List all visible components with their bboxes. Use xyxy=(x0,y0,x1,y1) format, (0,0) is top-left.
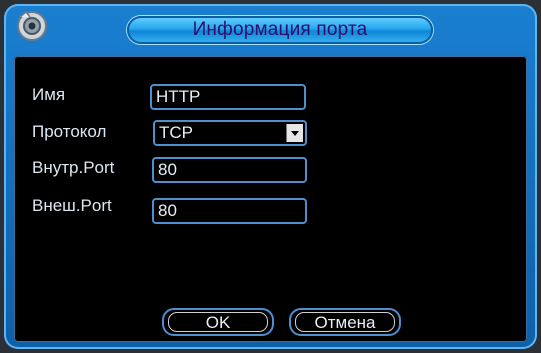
port-info-dialog: Информация порта Имя HTTP Протокол TCP В… xyxy=(4,4,537,349)
ok-button-label: OK xyxy=(168,312,268,332)
cancel-button-label: Отмена xyxy=(295,312,395,332)
internal-port-field[interactable]: 80 xyxy=(152,157,307,183)
name-field[interactable]: HTTP xyxy=(150,84,306,110)
dialog-title-text: Информация порта xyxy=(192,19,368,40)
name-label: Имя xyxy=(32,85,66,104)
form-panel: Имя HTTP Протокол TCP Внутр.Port 80 Внеш… xyxy=(14,56,527,342)
protocol-select[interactable]: TCP xyxy=(153,120,307,146)
ok-button[interactable]: OK xyxy=(162,308,274,336)
internal-port-label: Внутр.Port xyxy=(32,158,115,177)
protocol-select-value: TCP xyxy=(159,123,193,142)
title-bar: Информация порта xyxy=(4,4,537,50)
protocol-label: Протокол xyxy=(32,122,107,141)
external-port-field[interactable]: 80 xyxy=(152,198,307,224)
camera-logo-icon xyxy=(14,9,50,43)
cancel-button[interactable]: Отмена xyxy=(289,308,401,336)
chevron-down-icon[interactable] xyxy=(286,124,303,142)
dialog-title: Информация порта xyxy=(127,16,433,44)
external-port-label: Внеш.Port xyxy=(32,196,112,215)
